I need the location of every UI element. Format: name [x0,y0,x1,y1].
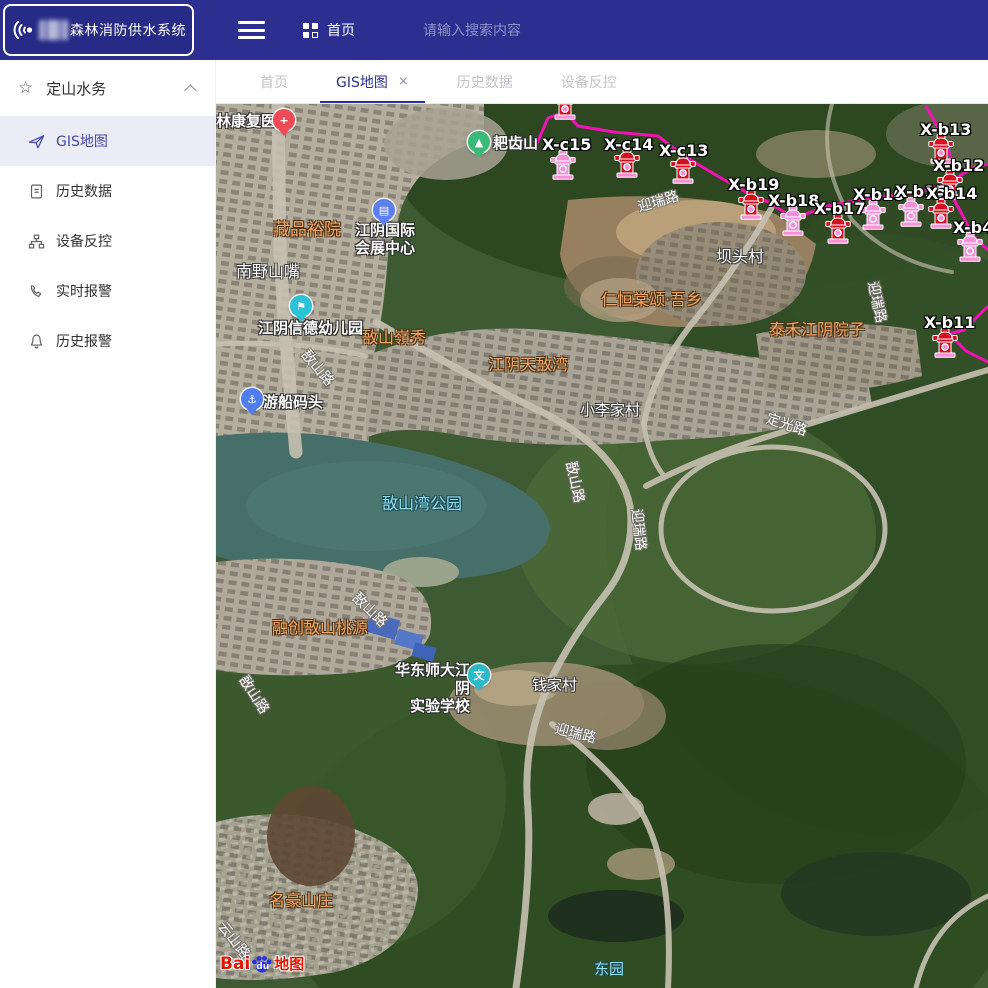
place-label: 藏品裕院 [273,221,341,241]
hydrant-marker-X-c15[interactable] [550,150,576,180]
tab-home[interactable]: 首页 [236,60,312,103]
place-label: 敔山嶺秀 [362,329,426,347]
pin-glyph: ▤ [379,204,389,217]
app-header: 森林消防供水系统 首页 [0,0,988,60]
bell-icon [28,332,46,350]
star-icon: ☆ [18,78,33,98]
pin-glyph: + [279,114,288,127]
redacted-brand-prefix [39,20,68,40]
sidebar-section-dingshan[interactable]: ☆ 定山水务 [0,60,215,116]
place-label: 江阴天敔湾 [488,356,568,374]
place-label: 仁恒棠颂·吾乡 [601,291,702,309]
poi-label: 华东师大江阴 实验学校 [390,661,470,715]
sidebar-item-label: GIS地图 [56,131,108,151]
tab-label: 历史数据 [457,72,513,92]
sidebar-item-label: 实时报警 [56,281,112,301]
baidu-map-label: 地图 [274,953,304,974]
gis-map-canvas[interactable]: Bai du 地图 [216,104,988,988]
sidebar-item-label: 历史报警 [56,331,112,351]
document-icon [28,182,46,200]
sidebar-item-history-alarm[interactable]: 历史报警 [0,316,215,366]
sidebar-item-label: 设备反控 [56,231,112,251]
tab-label: GIS地图 [336,72,388,92]
baidu-map-logo: Bai du 地图 [220,953,304,974]
baidu-paw-icon: du [251,954,273,974]
sidebar-section-label: 定山水务 [46,78,188,99]
mountain-pin[interactable]: ▲ [468,131,490,153]
hydrant-label-X-c15: X-c15 [542,135,591,154]
place-label: 南野山嘴 [236,263,300,281]
tab-device-control[interactable]: 设备反控 [537,60,641,103]
close-tab-icon[interactable]: × [398,74,409,89]
main-panel: 首页 GIS地图 × 历史数据 设备反控 [216,60,988,988]
header-search [421,20,601,40]
brand-title: 森林消防供水系统 [70,20,186,40]
hydrant-marker-X-b18[interactable] [780,206,806,236]
sidebar-item-label: 历史数据 [56,181,112,201]
place-label: 敔山湾公园 [382,495,462,513]
place-label: 小李家村 [580,402,640,419]
place-label: 泰禾江阴院子 [769,321,865,339]
hydrant-label-X-c14: X-c14 [604,135,653,154]
sidebar-item-gis-map[interactable]: GIS地图 [0,116,215,166]
dock-pin[interactable]: ⚓ [241,388,263,410]
hydrant-label-X-b12: X-b12 [933,156,984,175]
hydrant-marker-X-b19[interactable] [738,190,764,220]
hydrant-label-X-b14: X-b14 [926,184,977,203]
sidebar-item-history-data[interactable]: 历史数据 [0,166,215,216]
sidebar: ☆ 定山水务 GIS地图历史数据设备反控实时报警历史报警 [0,60,216,988]
hydrant-marker-X-b14[interactable] [928,199,954,229]
tab-bar: 首页 GIS地图 × 历史数据 设备反控 [216,60,988,104]
tab-history-data[interactable]: 历史数据 [433,60,537,103]
place-label: 融创敔山桃源 [272,619,368,637]
tab-gis-map[interactable]: GIS地图 × [312,60,433,103]
hydrant-marker-X-b11[interactable] [932,328,958,358]
poi-label: 耙齿山 [493,134,538,152]
sitemap-icon [28,232,46,250]
kindergarten-pin[interactable]: ⚑ [290,295,312,317]
nav-home-label: 首页 [327,20,355,40]
hospital-pin[interactable]: + [273,109,295,131]
tab-label: 设备反控 [561,72,617,92]
sonar-logo-icon [11,17,37,43]
menu-toggle-icon[interactable] [238,21,265,39]
hydrant-label-X-b18: X-b18 [768,191,819,210]
search-input[interactable] [421,22,601,40]
poi-label: 游船码头 [263,393,323,411]
send-icon [28,132,46,150]
hydrant-label-X-b4: X-b4 [953,218,988,237]
poi-label: 江阴信德幼儿园 [258,319,363,337]
pin-glyph: ⚓ [247,393,257,406]
hydrant-label-X-c13: X-c13 [659,141,708,160]
nav-home[interactable]: 首页 [303,20,355,40]
app-window: 森林消防供水系统 首页 ☆ 定山水务 GIS地图历史数据设备反控实时报警历史报警… [0,0,988,988]
hydrant-label-X-b11: X-b11 [924,313,975,332]
hydrant-marker-X-c16[interactable] [552,104,578,120]
sidebar-item-device-control[interactable]: 设备反控 [0,216,215,266]
grid-icon [303,23,318,38]
brand-logo: 森林消防供水系统 [3,4,194,56]
pin-glyph: ⚑ [296,300,306,313]
hydrant-marker-X-b17[interactable] [825,214,851,244]
hydrant-label-X-b13: X-b13 [920,120,971,139]
phone-icon [28,282,46,300]
pin-glyph: 文 [474,667,485,683]
expo-pin[interactable]: ▤ [373,199,395,221]
school-pin[interactable]: 文 [468,664,490,686]
sidebar-item-realtime-alarm[interactable]: 实时报警 [0,266,215,316]
tab-label: 首页 [260,72,288,92]
baidu-logo-text: Bai [220,954,250,974]
place-label: 坝头村 [716,248,764,266]
place-label: 名豪山庄 [269,892,333,910]
place-label: 钱家村 [532,677,577,694]
pin-glyph: ▲ [475,136,483,149]
place-label: 东园 [594,961,624,978]
